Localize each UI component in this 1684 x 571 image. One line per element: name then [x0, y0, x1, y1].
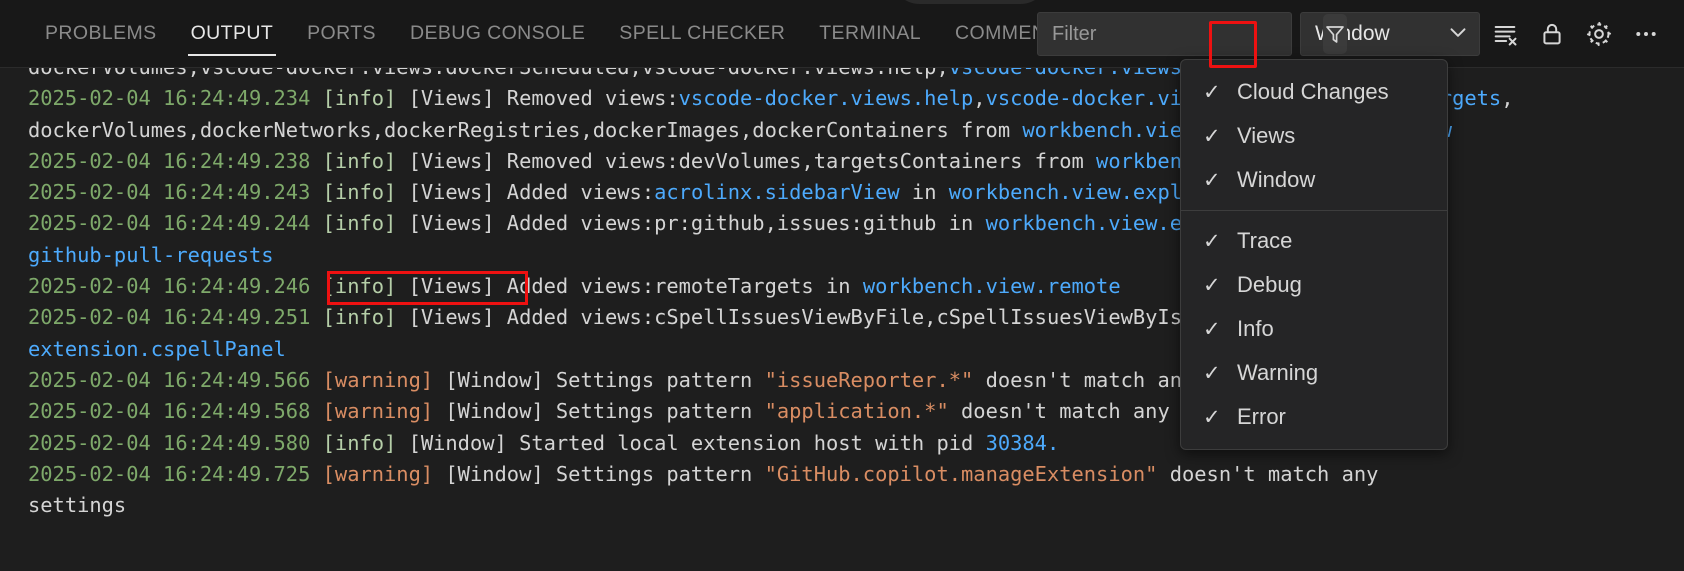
log-line: settings — [28, 490, 1684, 521]
log-segment-link[interactable]: vscode-docker.views.help — [679, 86, 974, 110]
log-segment-sev-warn: [warning] — [323, 399, 446, 423]
tab-output[interactable]: OUTPUT — [174, 0, 291, 68]
output-panel: PROBLEMSOUTPUTPORTSDEBUG CONSOLESPELL CH… — [0, 0, 1684, 571]
menu-item-cloud-changes[interactable]: ✓Cloud Changes — [1181, 70, 1447, 114]
check-icon: ✓ — [1203, 229, 1237, 254]
log-segment-txt: dockerVolumes,vscode-docker.views.docker… — [28, 68, 949, 79]
chevron-down-icon — [1445, 19, 1471, 50]
filter-funnel-icon[interactable] — [1323, 14, 1347, 54]
menu-item-label: Trace — [1237, 228, 1292, 254]
log-segment-sev-info: [info] — [323, 180, 409, 204]
tab-debug-console[interactable]: DEBUG CONSOLE — [393, 0, 602, 68]
log-segment-ts: 2025-02-04 16:24:49.725 — [28, 462, 323, 486]
channel-filter-menu[interactable]: ✓Cloud Changes✓Views✓Window✓Trace✓Debug✓… — [1180, 59, 1448, 450]
filter-input[interactable] — [1038, 23, 1323, 46]
log-segment-sev-warn: [warning] — [323, 462, 446, 486]
menu-item-info[interactable]: ✓Info — [1181, 307, 1447, 351]
log-segment-txt: [Window] Settings pattern — [445, 462, 764, 486]
menu-item-label: Info — [1237, 316, 1274, 342]
log-segment-txt: [Views] Added views:remoteTargets in — [409, 274, 863, 298]
log-segment-txt: [Views] Added views: — [409, 180, 655, 204]
log-segment-sev-info: [info] — [323, 274, 409, 298]
menu-item-label: Debug — [1237, 272, 1302, 298]
menu-item-views[interactable]: ✓Views — [1181, 114, 1447, 158]
log-segment-sev-info: [info] — [323, 305, 409, 329]
menu-separator — [1181, 210, 1447, 211]
check-icon: ✓ — [1203, 317, 1237, 342]
log-segment-txt: doesn't match any — [1157, 462, 1378, 486]
log-segment-link[interactable]: github-pull-requests — [28, 243, 274, 267]
lock-icon[interactable] — [1530, 12, 1574, 56]
log-segment-txt: [Window] Settings pattern — [445, 399, 764, 423]
log-segment-str: "issueReporter.*" — [765, 368, 974, 392]
log-segment-txt: in — [900, 180, 949, 204]
log-line: 2025-02-04 16:24:49.725 [warning] [Windo… — [28, 459, 1684, 490]
check-icon: ✓ — [1203, 168, 1237, 193]
menu-item-error[interactable]: ✓Error — [1181, 395, 1447, 439]
tab-terminal[interactable]: TERMINAL — [802, 0, 938, 68]
log-segment-ts: 2025-02-04 16:24:49.244 — [28, 211, 323, 235]
log-segment-txt: [Window] Started local extension host wi… — [409, 431, 986, 455]
tab-spell-checker[interactable]: SPELL CHECKER — [602, 0, 802, 68]
log-segment-link[interactable]: extension.cspellPanel — [28, 337, 286, 361]
log-segment-ts: 2025-02-04 16:24:49.568 — [28, 399, 323, 423]
log-segment-sev-info: [info] — [323, 211, 409, 235]
log-segment-link[interactable]: acrolinx.sidebarView — [654, 180, 900, 204]
check-icon: ✓ — [1203, 405, 1237, 430]
log-segment-ts: 2025-02-04 16:24:49.246 — [28, 274, 323, 298]
menu-item-warning[interactable]: ✓Warning — [1181, 351, 1447, 395]
log-segment-ts: 2025-02-04 16:24:49.251 — [28, 305, 323, 329]
log-segment-txt: [Window] Settings pattern — [445, 368, 764, 392]
log-segment-str: "application.*" — [765, 399, 949, 423]
log-segment-str: "GitHub.copilot.manageExtension" — [765, 462, 1158, 486]
log-segment-ts: 2025-02-04 16:24:49.238 — [28, 149, 323, 173]
check-icon: ✓ — [1203, 124, 1237, 149]
log-segment-txt: dockerVolumes,dockerNetworks,dockerRegis… — [28, 118, 1022, 142]
log-segment-txt: , — [1501, 86, 1513, 110]
log-segment-ts: 2025-02-04 16:24:49.234 — [28, 86, 323, 110]
top-decoration — [890, 0, 1050, 4]
menu-item-window[interactable]: ✓Window — [1181, 158, 1447, 202]
log-segment-txt: settings — [28, 493, 126, 517]
log-segment-txt: [Views] Added views:pr:github,issues:git… — [409, 211, 986, 235]
log-segment-sev-info: [info] — [323, 431, 409, 455]
log-segment-txt: [Views] Added views:cSpellIssuesViewByFi… — [409, 305, 1268, 329]
menu-item-trace[interactable]: ✓Trace — [1181, 219, 1447, 263]
menu-item-label: Window — [1237, 167, 1315, 193]
clear-output-icon[interactable] — [1483, 12, 1527, 56]
log-segment-ts: 2025-02-04 16:24:49.243 — [28, 180, 323, 204]
tab-problems[interactable]: PROBLEMS — [28, 0, 174, 68]
log-segment-ts: 2025-02-04 16:24:49.566 — [28, 368, 323, 392]
menu-item-label: Views — [1237, 123, 1295, 149]
log-segment-num: . — [1047, 431, 1059, 455]
panel-tab-list: PROBLEMSOUTPUTPORTSDEBUG CONSOLESPELL CH… — [0, 0, 1089, 68]
tab-ports[interactable]: PORTS — [290, 0, 393, 68]
log-segment-sev-info: [info] — [323, 86, 409, 110]
more-actions-icon[interactable] — [1624, 12, 1668, 56]
panel-toolbar: Window — [1037, 0, 1668, 68]
menu-item-label: Warning — [1237, 360, 1318, 386]
menu-item-label: Error — [1237, 404, 1286, 430]
log-segment-txt: [Views] Removed views:devVolumes,targets… — [409, 149, 1096, 173]
log-segment-txt: , — [973, 86, 985, 110]
menu-item-debug[interactable]: ✓Debug — [1181, 263, 1447, 307]
check-icon: ✓ — [1203, 273, 1237, 298]
log-segment-sev-warn: [warning] — [323, 368, 446, 392]
check-icon: ✓ — [1203, 80, 1237, 105]
panel-header: PROBLEMSOUTPUTPORTSDEBUG CONSOLESPELL CH… — [0, 0, 1684, 68]
log-segment-num: 30384 — [986, 431, 1047, 455]
log-segment-ts: 2025-02-04 16:24:49.580 — [28, 431, 323, 455]
log-segment-link[interactable]: workbench.view.remote — [863, 274, 1121, 298]
menu-item-label: Cloud Changes — [1237, 79, 1389, 105]
check-icon: ✓ — [1203, 361, 1237, 386]
gear-icon[interactable] — [1577, 12, 1621, 56]
log-segment-sev-info: [info] — [323, 149, 409, 173]
filter-box[interactable] — [1037, 12, 1292, 56]
log-segment-link[interactable]: vscode-docker.views. — [949, 68, 1195, 79]
log-segment-txt: [Views] Removed views: — [409, 86, 679, 110]
